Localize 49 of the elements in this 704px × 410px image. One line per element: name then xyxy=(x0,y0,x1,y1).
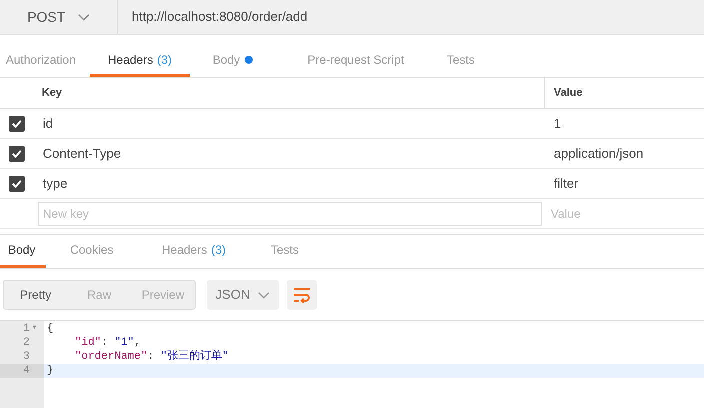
tab[interactable]: Headers (3) xyxy=(138,235,250,268)
key-input[interactable]: New key xyxy=(38,202,542,226)
code-token: : xyxy=(148,350,156,365)
line-number: 4 xyxy=(23,364,30,379)
line-number: 2 xyxy=(23,336,30,351)
code-token: "id" xyxy=(75,336,102,351)
fold-toggle[interactable]: ▾ xyxy=(32,322,40,336)
checkbox[interactable] xyxy=(8,116,24,132)
tab[interactable]: Body xyxy=(190,45,276,77)
header-key: type xyxy=(33,174,545,194)
wrap-lines-button[interactable] xyxy=(287,280,317,310)
method-dropdown[interactable]: POST xyxy=(0,0,118,34)
code-token: "张三的订单" xyxy=(160,349,230,365)
url-field[interactable]: http://localhost:8080/order/add xyxy=(118,0,704,34)
code-token: } xyxy=(47,364,54,379)
tab[interactable]: Pre-request Script xyxy=(276,45,436,77)
code-token: { xyxy=(47,322,54,337)
code-token: : xyxy=(101,336,110,351)
chevron-icon xyxy=(258,292,270,298)
check-icon xyxy=(12,180,22,188)
column-header: Key xyxy=(33,78,545,108)
value-input[interactable]: Value xyxy=(545,202,704,226)
line-number: 1 xyxy=(23,322,30,337)
checkbox[interactable] xyxy=(8,146,24,162)
view-mode-button[interactable]: Raw xyxy=(68,281,132,309)
chevron-icon xyxy=(78,14,90,20)
column-header: Value xyxy=(553,86,584,101)
tab[interactable]: Cookies xyxy=(46,235,138,268)
view-mode-button[interactable]: Preview xyxy=(131,281,196,309)
line-number: 3 xyxy=(23,350,30,365)
format-dropdown[interactable]: JSON xyxy=(207,280,279,310)
code-token: "1" xyxy=(114,336,134,351)
header-value: application/json xyxy=(553,144,645,163)
header-value: filter xyxy=(553,174,580,193)
tab[interactable]: Authorization xyxy=(0,45,90,77)
tab[interactable]: Body xyxy=(0,235,46,268)
check-icon xyxy=(12,120,22,128)
wrap-icon xyxy=(293,287,311,303)
check-icon xyxy=(12,150,22,158)
code-token: "orderName" xyxy=(75,350,148,365)
header-key: Content-Type xyxy=(33,144,545,164)
tab[interactable]: Tests xyxy=(250,235,320,268)
checkbox[interactable] xyxy=(8,176,24,192)
code-token: , xyxy=(134,336,142,351)
tab[interactable]: Headers (3) xyxy=(90,45,190,77)
header-key: id xyxy=(33,114,545,134)
header-value: 1 xyxy=(553,114,562,133)
tab[interactable]: Tests xyxy=(436,45,486,77)
view-mode-button[interactable]: Pretty xyxy=(4,281,68,309)
